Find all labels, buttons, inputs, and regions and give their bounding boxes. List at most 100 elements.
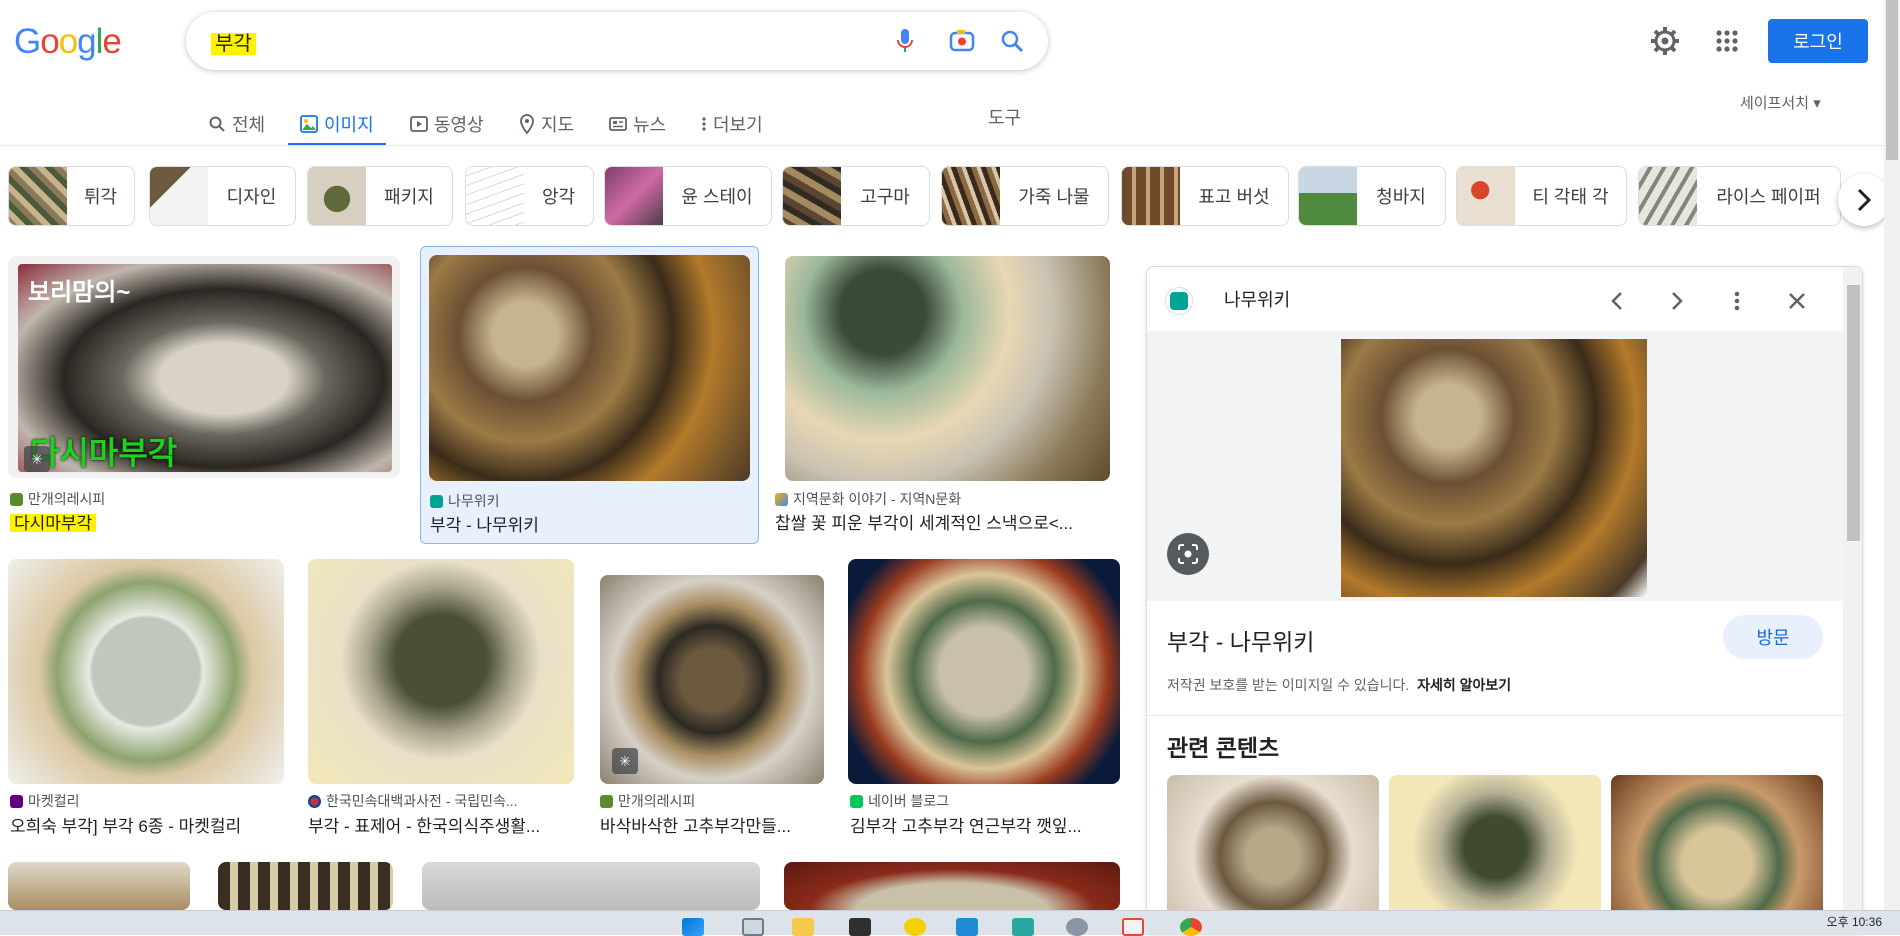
result-image[interactable]: [784, 862, 1120, 910]
result-image[interactable]: [848, 559, 1120, 784]
map-pin-icon: [520, 114, 534, 134]
start-menu-icon[interactable]: [682, 918, 704, 936]
image-result[interactable]: 보리맘의~ 다시마부각 ✳ 만개의레시피 다시마부각: [8, 256, 400, 532]
image-icon: [300, 114, 318, 133]
chip-tea[interactable]: 티 각태 각: [1456, 166, 1627, 226]
panel-scrollbar-thumb[interactable]: [1847, 285, 1860, 541]
file-explorer-icon[interactable]: [792, 918, 814, 936]
result-image[interactable]: [785, 256, 1110, 481]
chip-anggak[interactable]: 앙각: [465, 166, 594, 226]
chip-label: 고구마: [860, 187, 910, 207]
result-source: 네이버 블로그: [850, 791, 949, 811]
result-image[interactable]: [8, 862, 190, 910]
result-title[interactable]: 부각 - 나무위키: [430, 511, 750, 536]
result-image[interactable]: 보리맘의~ 다시마부각 ✳: [8, 256, 400, 478]
search-input[interactable]: 부각: [211, 27, 256, 56]
play-icon: [410, 116, 428, 132]
chip-jeans[interactable]: 청바지: [1298, 166, 1446, 226]
news-icon: [609, 117, 627, 131]
tab-images[interactable]: 이미지: [288, 104, 386, 146]
result-image[interactable]: [422, 862, 760, 910]
result-title[interactable]: 다시마부각: [10, 509, 97, 532]
chip-scroll-right-button[interactable]: [1838, 174, 1890, 226]
search-icon: [209, 116, 225, 132]
taskbar-clock[interactable]: 오후 10:36: [1827, 913, 1882, 930]
image-overlay-text: 보리맘의~: [28, 279, 131, 306]
tab-videos[interactable]: 동영상: [410, 104, 484, 144]
site-favicon: [10, 794, 23, 808]
login-button[interactable]: 로그인: [1768, 19, 1868, 63]
result-image[interactable]: [429, 255, 750, 481]
chip-design[interactable]: 디자인: [149, 166, 296, 226]
panel-divider: [1147, 715, 1843, 716]
google-lens-button[interactable]: [1167, 533, 1209, 575]
tab-label: 더보기: [713, 115, 763, 135]
image-preview-panel: 나무위키 부각 - 나무위키 방문 저작권 보호를 받는 이미지일 수 있습니다…: [1146, 266, 1863, 935]
chip-label: 가죽 나물: [1018, 187, 1090, 207]
result-image[interactable]: [218, 862, 393, 910]
microphone-icon[interactable]: [888, 24, 922, 58]
result-image[interactable]: [308, 559, 574, 784]
settings-gear-icon[interactable]: [1646, 22, 1684, 65]
site-favicon: [308, 794, 321, 808]
google-logo[interactable]: Google: [14, 22, 122, 62]
safesearch-menu[interactable]: 세이프서치 ▾: [1740, 92, 1821, 113]
image-result[interactable]: 한국민속대백과사전 - 국립민속... 부각 - 표제어 - 한국의식주생활..…: [306, 559, 582, 837]
tab-maps[interactable]: 지도: [519, 104, 574, 144]
result-title[interactable]: 부각 - 표제어 - 한국의식주생활...: [308, 812, 574, 837]
chip-package[interactable]: 패키지: [307, 166, 453, 226]
os-taskbar: 오후 10:36: [0, 910, 1900, 936]
close-button[interactable]: [1777, 281, 1817, 321]
chip-yoon-stay[interactable]: 윤 스테이: [604, 166, 772, 226]
search-icon[interactable]: [995, 24, 1029, 58]
tab-all[interactable]: 전체: [208, 104, 265, 144]
panel-title[interactable]: 부각 - 나무위키: [1167, 623, 1314, 657]
previous-button[interactable]: [1597, 281, 1637, 321]
page-scrollbar-thumb[interactable]: [1886, 0, 1898, 160]
chip-shiitake[interactable]: 표고 버섯: [1121, 166, 1289, 226]
chip-sweet-potato[interactable]: 고구마: [782, 166, 930, 226]
tab-more[interactable]: 더보기: [701, 104, 763, 144]
learn-more-link[interactable]: 자세히 알아보기: [1417, 677, 1511, 693]
related-content-heading: 관련 콘텐츠: [1167, 735, 1280, 761]
chip-thumbnail: [1299, 167, 1357, 225]
visit-button[interactable]: 방문: [1723, 615, 1823, 659]
document-app-icon[interactable]: [1122, 918, 1144, 936]
vscode-icon[interactable]: [956, 918, 978, 936]
next-button[interactable]: [1657, 281, 1697, 321]
image-result[interactable]: 지역문화 이야기 - 지역N문화 찹쌀 꽃 피운 부각이 세계적인 스낵으로<.…: [775, 256, 1120, 532]
result-source: 만개의레시피: [600, 791, 695, 811]
result-source: 지역문화 이야기 - 지역N문화: [775, 489, 961, 509]
image-result[interactable]: 네이버 블로그 김부각 고추부각 연근부각 깻잎...: [848, 559, 1124, 837]
chip-twigak[interactable]: 튀각: [8, 166, 135, 226]
tools-button[interactable]: 도구: [988, 104, 1021, 130]
result-image[interactable]: ✳: [600, 575, 824, 784]
more-options-button[interactable]: [1717, 281, 1757, 321]
result-image[interactable]: [8, 559, 284, 784]
tab-divider: [0, 145, 1900, 146]
chevron-left-icon: [1611, 292, 1622, 310]
app-icon[interactable]: [1066, 918, 1088, 936]
image-result[interactable]: ✳ 만개의레시피 바삭바삭한 고추부각만들...: [598, 559, 830, 837]
caret-down-icon: ▾: [1813, 95, 1821, 112]
image-result[interactable]: 마켓컬리 오희숙 부각] 부각 6종 - 마켓컬리: [8, 559, 290, 837]
chip-gajuk-namul[interactable]: 가죽 나물: [941, 166, 1109, 226]
task-view-icon[interactable]: [742, 918, 764, 936]
panel-source-name[interactable]: 나무위키: [1224, 286, 1290, 312]
chip-label: 윤 스테이: [681, 187, 753, 207]
image-result-selected[interactable]: 나무위키 부각 - 나무위키: [420, 246, 759, 544]
site-favicon: [10, 492, 23, 506]
tab-news[interactable]: 뉴스: [609, 104, 666, 144]
terminal-icon[interactable]: [849, 918, 871, 936]
chrome-icon[interactable]: [1180, 918, 1202, 936]
chip-rice-paper[interactable]: 라이스 페이퍼: [1638, 166, 1841, 226]
preview-image[interactable]: [1341, 339, 1647, 597]
kakaotalk-icon[interactable]: [904, 918, 926, 936]
camera-search-icon[interactable]: [945, 24, 979, 58]
google-apps-grid-icon[interactable]: [1708, 22, 1746, 65]
result-title[interactable]: 김부각 고추부각 연근부각 깻잎...: [850, 812, 1122, 837]
result-title[interactable]: 찹쌀 꽃 피운 부각이 세계적인 스낵으로<...: [775, 509, 1120, 532]
result-title[interactable]: 오희숙 부각] 부각 6종 - 마켓컬리: [10, 812, 288, 837]
result-title[interactable]: 바삭바삭한 고추부각만들...: [600, 812, 824, 837]
calculator-icon[interactable]: [1012, 918, 1034, 936]
